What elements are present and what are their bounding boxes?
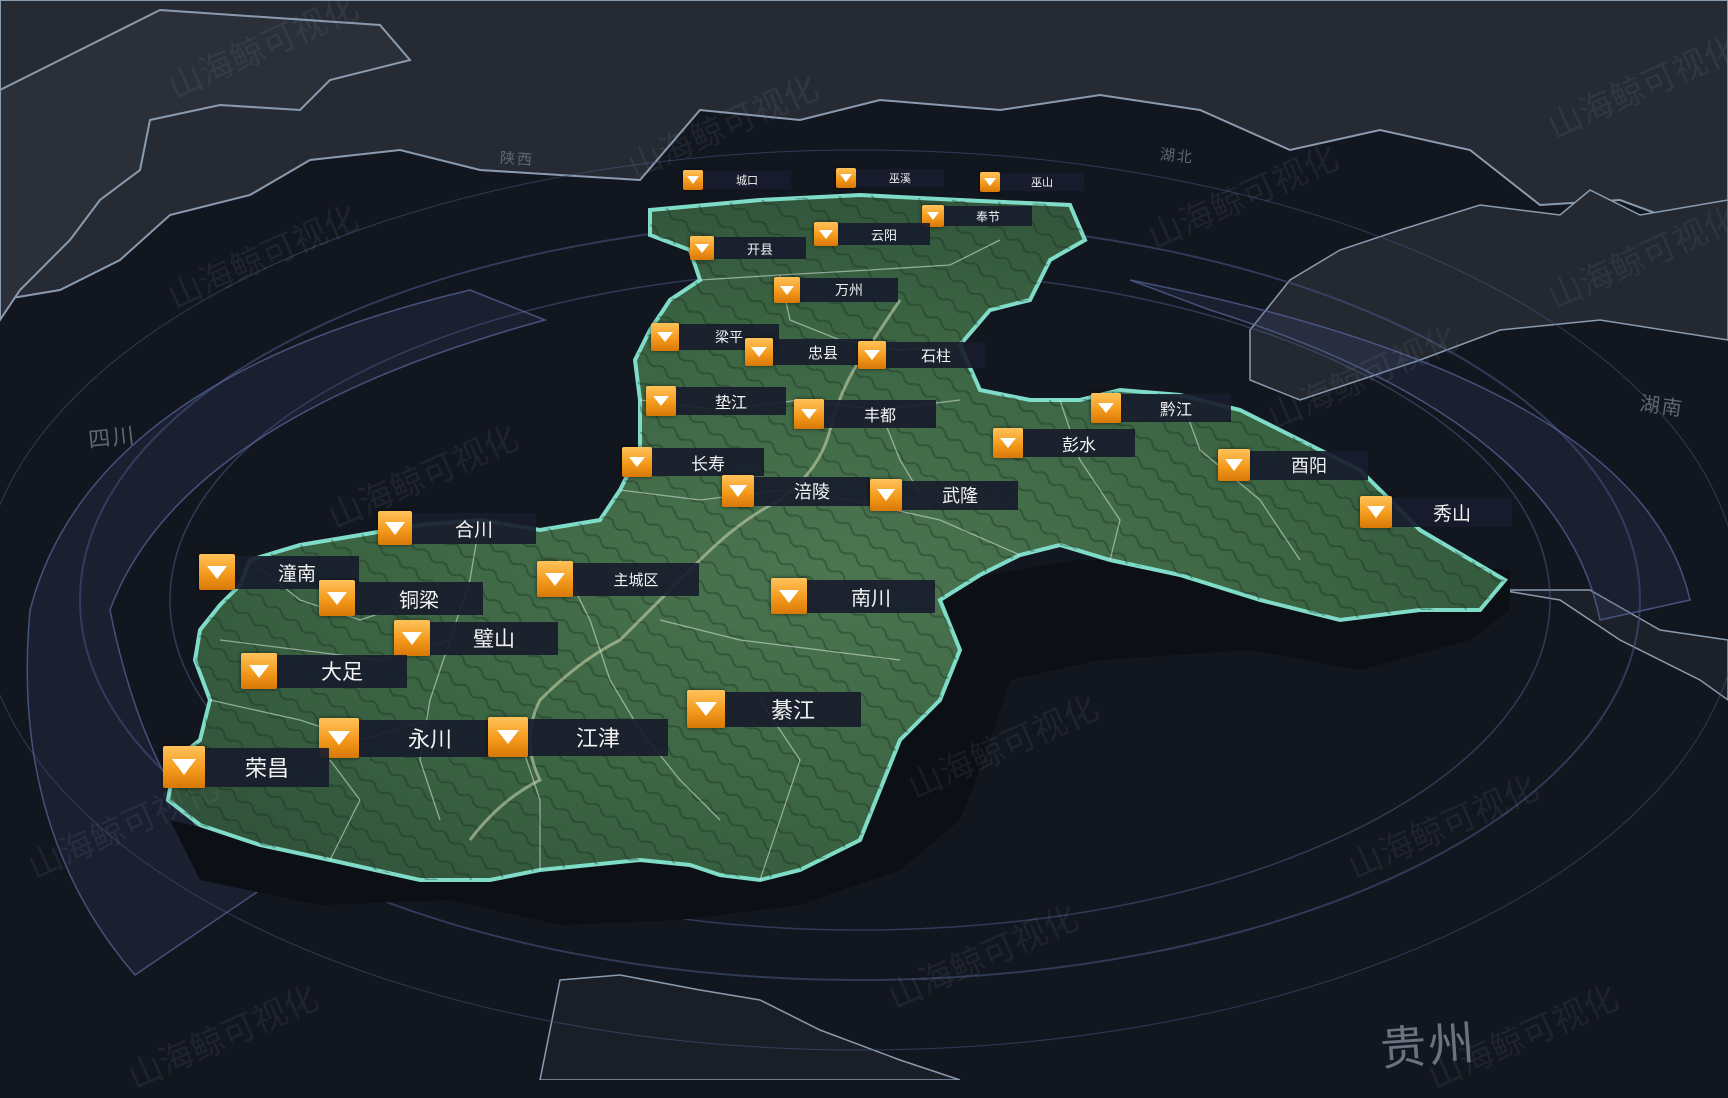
marker-label: 荣昌 xyxy=(205,747,329,787)
marker-qianjiang[interactable]: 黔江 xyxy=(1091,393,1231,423)
marker-pin-icon xyxy=(683,170,703,190)
marker-nanchuan[interactable]: 南川 xyxy=(771,578,935,614)
marker-label: 开县 xyxy=(714,237,806,259)
province-label-hubei: 湖北 xyxy=(1159,145,1195,167)
marker-xiushan[interactable]: 秀山 xyxy=(1360,496,1512,528)
marker-bishan[interactable]: 璧山 xyxy=(394,620,558,656)
marker-pin-icon xyxy=(622,447,652,477)
marker-wanzhou[interactable]: 万州 xyxy=(774,277,898,303)
marker-label: 彭水 xyxy=(1023,429,1135,457)
marker-pin-icon xyxy=(241,653,277,689)
marker-pin-icon xyxy=(993,428,1023,458)
marker-pin-icon xyxy=(836,168,856,188)
map-canvas xyxy=(0,0,1728,1080)
marker-label: 綦江 xyxy=(725,691,861,727)
province-label-shaanxi: 陕西 xyxy=(499,148,535,170)
marker-zhongxian[interactable]: 忠县 xyxy=(745,338,873,366)
marker-label: 南川 xyxy=(807,579,935,613)
marker-wuxi[interactable]: 巫溪 xyxy=(836,168,944,188)
marker-pin-icon xyxy=(814,222,838,246)
neighbor-land-south xyxy=(539,974,961,1080)
marker-pin-icon xyxy=(858,341,886,369)
marker-pin-icon xyxy=(163,746,205,788)
marker-fengjie[interactable]: 奉节 xyxy=(922,205,1032,227)
marker-pin-icon xyxy=(199,554,235,590)
marker-pin-icon xyxy=(870,479,902,511)
marker-label: 石柱 xyxy=(886,342,986,368)
marker-youyang[interactable]: 酉阳 xyxy=(1218,449,1368,481)
marker-chengkou[interactable]: 城口 xyxy=(683,170,791,190)
marker-pin-icon xyxy=(980,172,1000,192)
marker-label: 奉节 xyxy=(944,206,1032,226)
marker-rongchang[interactable]: 荣昌 xyxy=(163,746,329,788)
marker-pin-icon xyxy=(537,561,573,597)
marker-pin-icon xyxy=(651,323,679,351)
marker-label: 铜梁 xyxy=(355,581,483,615)
marker-label: 秀山 xyxy=(1392,497,1512,527)
marker-label: 丰都 xyxy=(824,400,936,428)
marker-pin-icon xyxy=(690,236,714,260)
marker-label: 长寿 xyxy=(652,448,764,476)
marker-tongliang[interactable]: 铜梁 xyxy=(319,580,483,616)
marker-label: 云阳 xyxy=(838,223,930,245)
marker-pin-icon xyxy=(722,475,754,507)
marker-dianjiang[interactable]: 垫江 xyxy=(646,386,786,416)
marker-label: 巫山 xyxy=(1000,173,1084,191)
marker-pin-icon xyxy=(771,578,807,614)
marker-label: 璧山 xyxy=(430,621,558,655)
marker-label: 巫溪 xyxy=(856,169,944,187)
marker-yunyang[interactable]: 云阳 xyxy=(814,222,930,246)
neighbor-land-east xyxy=(1249,189,1728,401)
marker-label: 江津 xyxy=(528,718,668,756)
marker-pin-icon xyxy=(745,338,773,366)
marker-pin-icon xyxy=(1091,393,1121,423)
marker-pengshui[interactable]: 彭水 xyxy=(993,428,1135,458)
marker-pin-icon xyxy=(488,717,528,757)
marker-pin-icon xyxy=(687,690,725,728)
marker-shizhu[interactable]: 石柱 xyxy=(858,341,986,369)
marker-pin-icon xyxy=(319,580,355,616)
province-label-sichuan: 四川 xyxy=(87,423,138,454)
marker-label: 酉阳 xyxy=(1250,450,1368,480)
marker-label: 主城区 xyxy=(573,562,699,596)
marker-label: 大足 xyxy=(277,654,407,688)
marker-dazu[interactable]: 大足 xyxy=(241,653,407,689)
province-label-hunan: 湖南 xyxy=(1638,391,1686,421)
marker-label: 永川 xyxy=(359,719,501,757)
marker-pin-icon xyxy=(794,399,824,429)
province-label-guizhou: 贵州 xyxy=(1378,1015,1478,1077)
marker-jiangjin[interactable]: 江津 xyxy=(488,717,668,757)
marker-yongchuan[interactable]: 永川 xyxy=(319,718,501,758)
marker-qijiang[interactable]: 綦江 xyxy=(687,690,861,728)
marker-label: 合川 xyxy=(412,512,536,544)
marker-zhuchengqu[interactable]: 主城区 xyxy=(537,561,699,597)
marker-pin-icon xyxy=(1360,496,1392,528)
marker-fuling[interactable]: 涪陵 xyxy=(722,475,870,507)
marker-pin-icon xyxy=(774,277,800,303)
marker-wushan[interactable]: 巫山 xyxy=(980,172,1084,192)
marker-label: 万州 xyxy=(800,278,898,302)
marker-wulong[interactable]: 武隆 xyxy=(870,479,1018,511)
marker-kaixian[interactable]: 开县 xyxy=(690,236,806,260)
marker-label: 城口 xyxy=(703,171,791,189)
marker-label: 垫江 xyxy=(676,387,786,415)
marker-pin-icon xyxy=(394,620,430,656)
marker-label: 涪陵 xyxy=(754,476,870,506)
marker-pin-icon xyxy=(378,511,412,545)
marker-label: 黔江 xyxy=(1121,394,1231,422)
marker-fengdu[interactable]: 丰都 xyxy=(794,399,936,429)
marker-hechuan[interactable]: 合川 xyxy=(378,511,536,545)
marker-label: 武隆 xyxy=(902,480,1018,510)
marker-pin-icon xyxy=(1218,449,1250,481)
marker-pin-icon xyxy=(646,386,676,416)
marker-changshou[interactable]: 长寿 xyxy=(622,447,764,477)
